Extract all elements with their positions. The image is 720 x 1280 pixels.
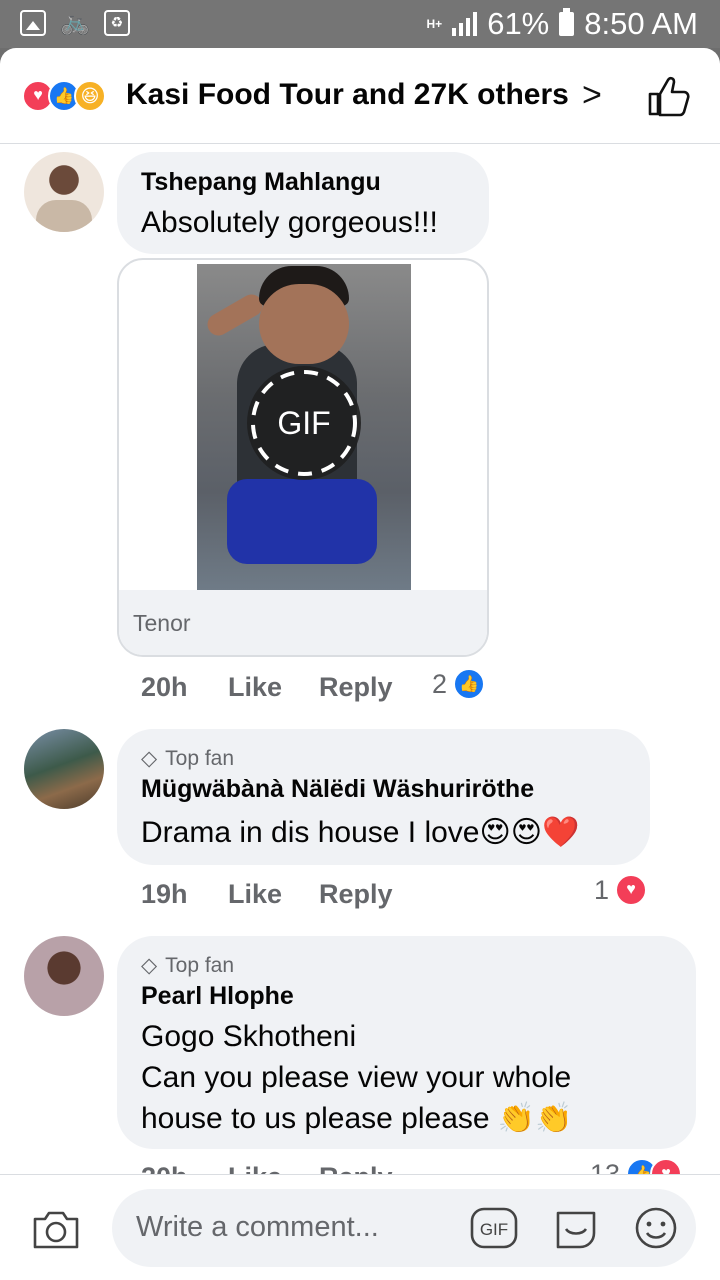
comment-text-line: Can you please view your whole: [141, 1061, 572, 1094]
gif-footer: Tenor: [119, 590, 487, 655]
avatar[interactable]: [24, 729, 104, 809]
gif-attachment[interactable]: GIF Tenor: [117, 258, 489, 657]
comment-input[interactable]: [136, 1203, 466, 1251]
reaction-count: 2: [432, 668, 448, 699]
comment-author[interactable]: Mügwäbànà Nälëdi Wäshuriröthe: [141, 775, 534, 804]
like-reaction-icon: 👍: [453, 668, 486, 700]
haha-reaction-icon: 😆: [74, 80, 106, 112]
avatar[interactable]: [24, 152, 104, 232]
top-fan-badge: Top fan: [165, 746, 235, 770]
comment-composer: GIF: [0, 1174, 720, 1280]
comment-text-line: house to us please please 👏👏: [141, 1102, 573, 1135]
bike-notification-icon: 🚲: [60, 9, 90, 36]
gif-image[interactable]: GIF: [197, 264, 411, 590]
reply-button[interactable]: Reply: [319, 879, 393, 910]
like-comment-button[interactable]: Like: [228, 672, 282, 703]
comment-author[interactable]: Tshepang Mahlangu: [141, 168, 381, 197]
comments-sheet: ♥ 👍 😆 Kasi Food Tour and 27K others > Ts…: [0, 48, 720, 1280]
recycle-notification-icon: ♻: [103, 10, 130, 36]
reactions-header[interactable]: ♥ 👍 😆 Kasi Food Tour and 27K others >: [0, 48, 720, 144]
reply-button[interactable]: Reply: [319, 672, 393, 703]
diamond-icon: ◇: [141, 954, 158, 977]
top-fan-badge: Top fan: [165, 953, 235, 977]
comment-text: Drama in dis house I love😍😍❤️: [141, 816, 580, 849]
signal-icon: [452, 12, 478, 36]
like-post-icon[interactable]: [646, 74, 690, 118]
comment-input-box[interactable]: GIF: [112, 1189, 696, 1267]
like-comment-button[interactable]: Like: [228, 879, 282, 910]
network-type-indicator: H+: [426, 16, 443, 31]
avatar[interactable]: [24, 936, 104, 1016]
comment-text: Absolutely gorgeous!!!: [141, 206, 438, 239]
comment-reactions[interactable]: 1 ♥: [594, 874, 648, 906]
emoji-icon[interactable]: [632, 1205, 680, 1251]
gif-picker-icon[interactable]: GIF: [470, 1205, 518, 1251]
diamond-icon: ◇: [141, 747, 158, 770]
battery-percent: 61%: [487, 6, 550, 41]
battery-icon: [559, 8, 575, 36]
love-reaction-icon: ♥: [615, 874, 648, 906]
reaction-summary: ♥ 👍 😆: [22, 80, 106, 112]
status-bar: 🚲 ♻ H+ 61% 8:50 AM: [0, 0, 720, 48]
comment-timestamp: 20h: [141, 672, 188, 702]
comment-text-line: Gogo Skhotheni: [141, 1020, 357, 1053]
clock: 8:50 AM: [584, 6, 698, 41]
reactions-summary-text[interactable]: Kasi Food Tour and 27K others: [126, 78, 569, 112]
gallery-notification-icon: [20, 10, 46, 36]
gif-source: Tenor: [133, 610, 191, 636]
gif-badge-label: GIF: [277, 405, 331, 441]
gif-play-badge[interactable]: GIF: [247, 366, 361, 480]
reaction-count: 1: [594, 874, 610, 905]
camera-icon[interactable]: [32, 1209, 80, 1249]
comment-author[interactable]: Pearl Hlophe: [141, 982, 294, 1011]
chevron-right-icon[interactable]: >: [582, 76, 602, 115]
sticker-icon[interactable]: [552, 1205, 600, 1251]
comment-timestamp: 19h: [141, 879, 188, 909]
comment-reactions[interactable]: 2 👍: [432, 668, 486, 700]
gif-picker-label: GIF: [480, 1220, 508, 1239]
